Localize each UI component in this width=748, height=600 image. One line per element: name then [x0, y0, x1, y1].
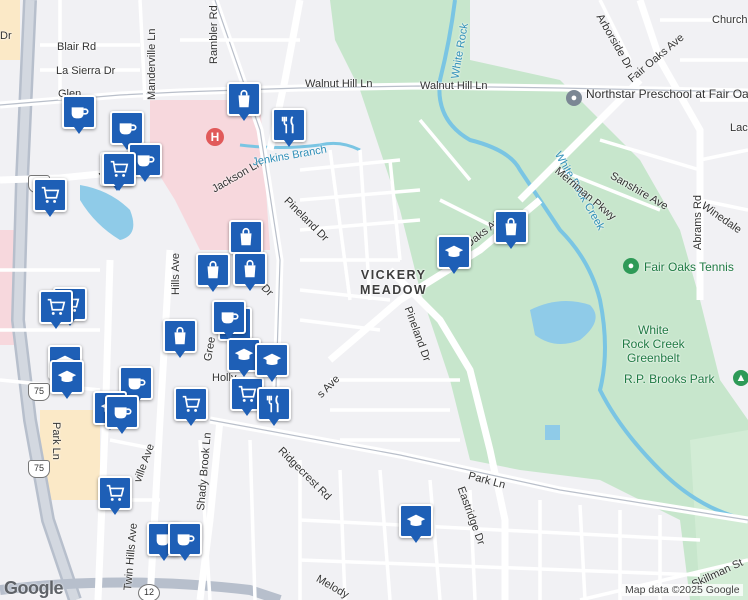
marker-pointer	[62, 392, 72, 399]
place-label-greenbelt: White Rock Creek Greenbelt	[622, 323, 685, 365]
shopping-marker[interactable]	[163, 319, 197, 359]
grocery-icon	[102, 152, 136, 186]
highway-shield-75-mid: 75	[28, 383, 50, 401]
coffee-icon	[168, 522, 202, 556]
dining-icon	[257, 387, 291, 421]
street-label-church: Church	[712, 14, 748, 26]
marker-pointer	[117, 427, 127, 434]
marker-pointer	[269, 419, 279, 426]
street-label-manderville: Manderville Ln	[146, 28, 158, 100]
shopping-icon	[233, 252, 267, 286]
school-marker[interactable]	[255, 343, 289, 383]
marker-pointer	[239, 114, 249, 121]
street-label-walnut-hill-2: Walnut Hill Ln	[420, 80, 488, 92]
grocery-marker[interactable]	[98, 476, 132, 516]
coffee-marker[interactable]	[168, 522, 202, 562]
place-label-brooks-park: R.P. Brooks Park	[624, 372, 715, 386]
coffee-icon	[212, 300, 246, 334]
marker-pointer	[110, 508, 120, 515]
street-label-blair: Blair Rd	[57, 41, 97, 53]
dining-icon	[272, 108, 306, 142]
marker-pointer	[180, 554, 190, 561]
street-label-la-sierra: La Sierra Dr	[56, 65, 116, 77]
grocery-marker[interactable]	[39, 290, 73, 330]
greenbelt-line-2: Rock Creek	[622, 337, 685, 351]
school-marker[interactable]	[399, 504, 433, 544]
school-pin-icon[interactable]: ●	[566, 90, 582, 106]
marker-pointer	[506, 242, 516, 249]
neighborhood-line-1: VICKERY	[360, 268, 427, 282]
coffee-icon	[105, 395, 139, 429]
marker-pointer	[411, 536, 421, 543]
marker-pointer	[45, 210, 55, 217]
map-attribution: Map data ©2025 Google	[622, 584, 743, 596]
shopping-marker[interactable]	[494, 210, 528, 250]
coffee-marker[interactable]	[212, 300, 246, 340]
marker-pointer	[224, 332, 234, 339]
highway-shield-12: 12	[138, 584, 160, 600]
shopping-icon	[494, 210, 528, 244]
shopping-icon	[196, 253, 230, 287]
school-icon	[255, 343, 289, 377]
street-label-park-ln-2: Park Ln	[50, 422, 62, 460]
street-label-dr: Dr	[0, 30, 12, 42]
coffee-marker[interactable]	[105, 395, 139, 435]
grocery-icon	[39, 290, 73, 324]
marker-pointer	[284, 140, 294, 147]
marker-pointer	[242, 409, 252, 416]
street-label-twin-hills-2: Hills Ave	[170, 253, 182, 295]
map-canvas[interactable]: Blair Rd La Sierra Dr Glen Dr Mandervill…	[0, 0, 748, 600]
hospital-icon[interactable]: H	[206, 128, 224, 146]
place-label-preschool: Northstar Preschool at Fair Oaks	[586, 87, 748, 101]
highway-shield-75-bottom: 75	[28, 460, 50, 478]
google-logo: Google	[4, 578, 64, 598]
grocery-icon	[174, 387, 208, 421]
coffee-icon	[62, 95, 96, 129]
school-marker[interactable]	[50, 360, 84, 400]
school-marker[interactable]	[437, 235, 471, 275]
greenbelt-line-3: Greenbelt	[626, 351, 680, 365]
shopping-icon	[227, 82, 261, 116]
coffee-icon	[110, 111, 144, 145]
marker-pointer	[208, 285, 218, 292]
shopping-icon	[163, 319, 197, 353]
street-label-rambler: Rambler Rd	[208, 5, 220, 64]
dining-marker[interactable]	[257, 387, 291, 427]
dining-marker[interactable]	[272, 108, 306, 148]
marker-pointer	[175, 351, 185, 358]
marker-pointer	[140, 175, 150, 182]
marker-pointer	[449, 267, 459, 274]
school-icon	[399, 504, 433, 538]
marker-pointer	[186, 419, 196, 426]
shopping-marker[interactable]	[196, 253, 230, 293]
grocery-marker[interactable]	[102, 152, 136, 192]
grocery-icon	[33, 178, 67, 212]
coffee-marker[interactable]	[62, 95, 96, 135]
park-pin-icon[interactable]: ▲	[733, 370, 748, 386]
marker-pointer	[267, 375, 277, 382]
marker-pointer	[114, 184, 124, 191]
place-label-tennis: Fair Oaks Tennis	[644, 260, 734, 274]
school-icon	[50, 360, 84, 394]
marker-pointer	[239, 370, 249, 377]
grocery-marker[interactable]	[174, 387, 208, 427]
school-icon	[437, 235, 471, 269]
neighborhood-line-2: MEADOW	[360, 283, 428, 297]
street-label-lacr: Lacr	[730, 122, 748, 134]
neighborhood-label: VICKERY MEADOW	[360, 268, 427, 298]
shopping-marker[interactable]	[227, 82, 261, 122]
grocery-icon	[98, 476, 132, 510]
marker-pointer	[245, 284, 255, 291]
marker-pointer	[74, 127, 84, 134]
street-label-walnut-hill-1: Walnut Hill Ln	[305, 78, 373, 90]
tennis-pin-icon[interactable]: ●	[623, 258, 639, 274]
shopping-marker[interactable]	[233, 252, 267, 292]
shopping-icon	[229, 220, 263, 254]
marker-pointer	[51, 322, 61, 329]
grocery-marker[interactable]	[33, 178, 67, 218]
greenbelt-line-1: White	[638, 323, 669, 337]
